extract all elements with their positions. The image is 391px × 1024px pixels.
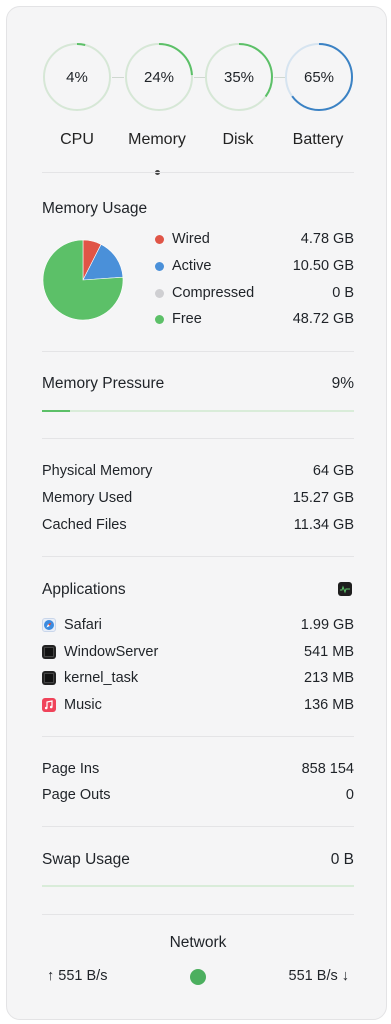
app-row[interactable]: Safari 1.99 GB: [42, 617, 354, 633]
memory-gauge[interactable]: 24%: [124, 42, 194, 112]
legend-row-compressed: Compressed 0 B: [155, 285, 354, 301]
stat-label: Memory Used: [42, 490, 133, 506]
legend-row-free: Free 48.72 GB: [155, 311, 354, 327]
stat-label: Cached Files: [42, 517, 127, 533]
stat-row: Cached Files 11.34 GB: [42, 517, 354, 533]
stat-row: Memory Used 15.27 GB: [42, 490, 354, 506]
page-ins-row: Page Ins 858 154: [42, 761, 354, 777]
battery-label: Battery: [292, 131, 344, 148]
download-speed: 551 B/s ↓: [288, 968, 349, 984]
page-ins-value: 858 154: [301, 761, 354, 777]
disk-gauge[interactable]: 35%: [204, 42, 274, 112]
app-name: WindowServer: [64, 644, 159, 660]
terminal-icon: [42, 671, 56, 685]
legend-value: 10.50 GB: [292, 258, 354, 274]
app-name: Safari: [64, 617, 102, 633]
swap-usage-bar: [42, 885, 354, 887]
app-memory: 213 MB: [304, 670, 354, 686]
safari-icon: [42, 618, 56, 632]
app-row[interactable]: Music 136 MB: [42, 697, 354, 713]
page-outs-label: Page Outs: [42, 787, 111, 803]
cpu-label: CPU: [60, 131, 94, 148]
gauge-row: 4% 24% 35% 65%: [42, 42, 354, 112]
music-icon: [42, 698, 56, 712]
app-memory: 1.99 GB: [300, 617, 354, 633]
divider: [42, 736, 354, 737]
memory-pressure-value: 9%: [331, 375, 354, 392]
stat-value: 11.34 GB: [293, 517, 354, 533]
app-row[interactable]: kernel_task 213 MB: [42, 670, 354, 686]
swap-usage-row: Swap Usage 0 B: [42, 851, 354, 869]
legend-label: Active: [172, 258, 212, 274]
network-status-dot: [190, 969, 206, 985]
app-memory: 136 MB: [304, 697, 354, 713]
divider: [42, 438, 354, 439]
activity-monitor-icon[interactable]: [338, 582, 352, 596]
compressed-dot: [155, 288, 164, 298]
stat-label: Physical Memory: [42, 463, 153, 479]
cpu-gauge[interactable]: 4%: [42, 42, 112, 112]
stat-row: Physical Memory 64 GB: [42, 463, 354, 479]
applications-title: Applications: [42, 581, 126, 598]
terminal-icon: [42, 645, 56, 659]
legend-label: Free: [172, 311, 202, 327]
page-ins-label: Page Ins: [42, 761, 100, 777]
legend-value: 4.78 GB: [300, 231, 354, 247]
wired-dot: [155, 234, 164, 244]
divider: [42, 826, 354, 827]
network-title: Network: [169, 934, 227, 951]
disk-gauge-value: 35%: [223, 68, 255, 86]
memory-label: Memory: [128, 131, 186, 148]
memory-pie-chart: [42, 239, 124, 321]
app-name: kernel_task: [64, 670, 139, 686]
stat-value: 64 GB: [312, 463, 354, 479]
memory-pressure-title: Memory Pressure: [42, 375, 165, 392]
battery-gauge[interactable]: 65%: [284, 42, 354, 112]
stat-value: 15.27 GB: [292, 490, 354, 506]
app-row[interactable]: WindowServer 541 MB: [42, 644, 354, 660]
swap-usage-title: Swap Usage: [42, 851, 130, 868]
cpu-gauge-value: 4%: [66, 68, 88, 86]
divider: [42, 172, 354, 173]
app-memory: 541 MB: [304, 644, 354, 660]
app-name: Music: [64, 697, 102, 713]
legend-value: 48.72 GB: [292, 311, 354, 327]
legend-row-active: Active 10.50 GB: [155, 258, 354, 274]
swap-usage-value: 0 B: [330, 851, 354, 868]
memory-pressure-fill: [42, 410, 71, 412]
disk-label: Disk: [222, 131, 254, 148]
divider: [42, 914, 354, 915]
upload-speed: ↑ 551 B/s: [47, 968, 108, 984]
legend-label: Wired: [172, 231, 210, 247]
divider: [42, 556, 354, 557]
battery-gauge-value: 65%: [303, 68, 335, 86]
memory-pressure-row: Memory Pressure 9%: [42, 375, 354, 393]
divider: [42, 351, 354, 352]
active-dot: [155, 261, 164, 271]
legend-label: Compressed: [172, 285, 255, 301]
memory-usage-title: Memory Usage: [42, 200, 148, 217]
legend-row-wired: Wired 4.78 GB: [155, 231, 354, 247]
page-outs-row: Page Outs 0: [42, 787, 354, 803]
memory-gauge-value: 24%: [143, 68, 175, 86]
page-outs-value: 0: [345, 787, 354, 803]
memory-pressure-bar: [42, 410, 354, 412]
gauge-connector: [112, 77, 124, 78]
free-dot: [155, 314, 164, 324]
legend-value: 0 B: [332, 285, 354, 301]
